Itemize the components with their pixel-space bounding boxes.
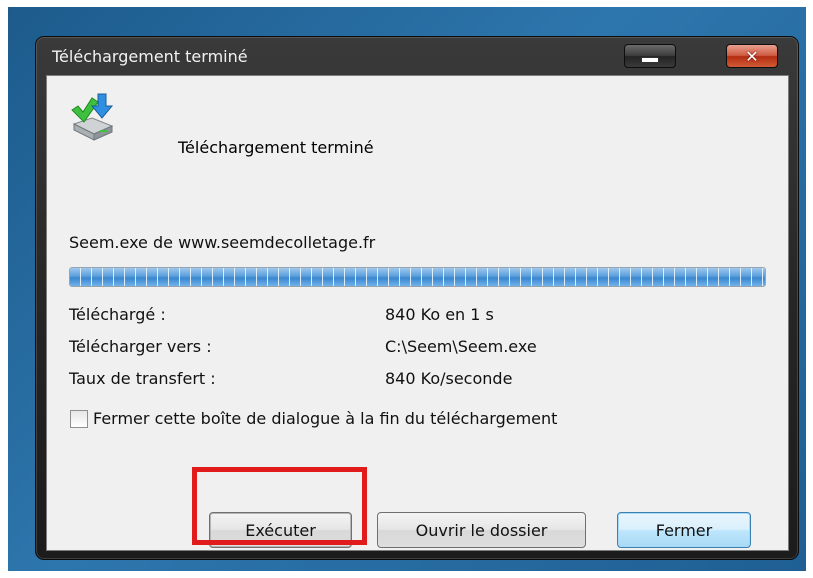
dialog-content: Téléchargement terminé Seem.exe de www.s… — [46, 75, 789, 551]
transfer-rate-value: 840 Ko/seconde — [385, 369, 513, 388]
download-progress-bar — [69, 267, 766, 287]
close-on-finish-checkbox[interactable] — [70, 410, 88, 428]
close-window-button[interactable]: ✕ — [726, 44, 778, 68]
download-dialog-window: Téléchargement terminé ✕ Téléchargement … — [35, 36, 799, 560]
close-button[interactable]: Fermer — [617, 512, 751, 548]
close-icon: ✕ — [745, 46, 759, 66]
minimize-icon — [641, 57, 659, 63]
download-complete-icon — [71, 93, 114, 141]
dialog-heading: Téléchargement terminé — [178, 138, 374, 157]
downloaded-value: 840 Ko en 1 s — [385, 305, 494, 324]
execute-button[interactable]: Exécuter — [209, 512, 352, 548]
transfer-rate-label: Taux de transfert : — [69, 369, 216, 388]
open-folder-button[interactable]: Ouvrir le dossier — [377, 512, 586, 548]
downloaded-label: Téléchargé : — [69, 305, 166, 324]
close-on-finish-label[interactable]: Fermer cette boîte de dialogue à la fin … — [93, 409, 557, 428]
minimize-button[interactable] — [624, 44, 676, 68]
progress-fill — [70, 268, 765, 286]
destination-label: Télécharger vers : — [69, 337, 212, 356]
destination-value: C:\Seem\Seem.exe — [385, 337, 537, 356]
download-source: Seem.exe de www.seemdecolletage.fr — [69, 233, 376, 252]
window-title: Téléchargement terminé — [52, 47, 248, 66]
